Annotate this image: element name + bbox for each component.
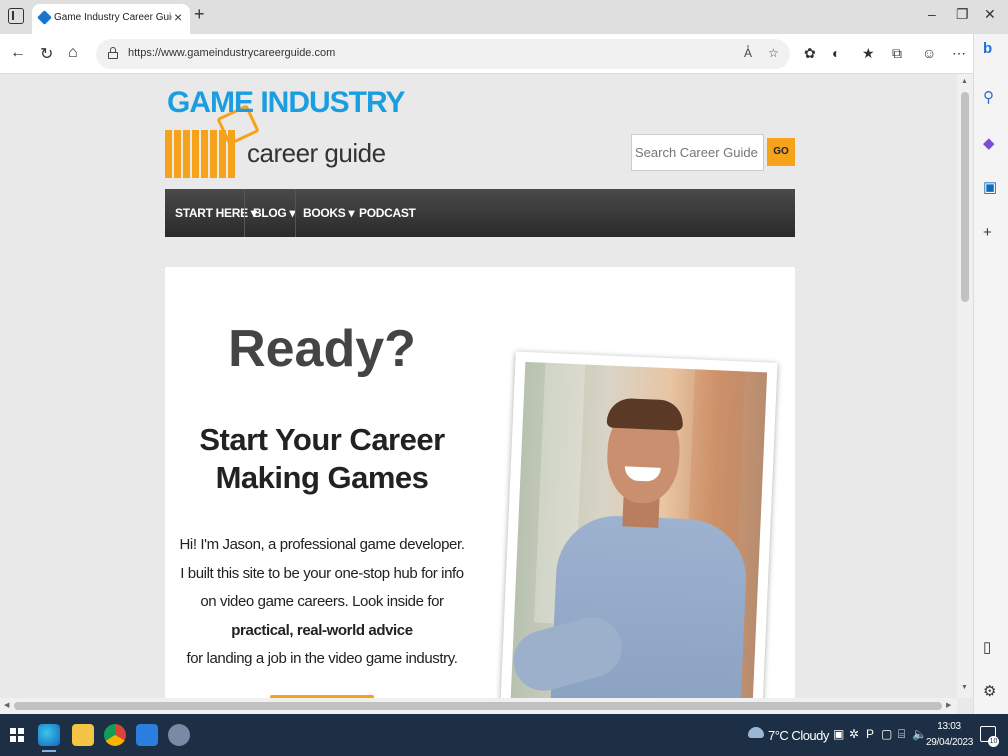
page-viewport: GAME INDUSTRY career guide GO START HERE…	[0, 74, 957, 698]
edge-taskbar-icon[interactable]	[38, 724, 60, 752]
tray-app-icon[interactable]: ▣	[833, 727, 844, 741]
favorites-icon[interactable]: ★	[862, 45, 875, 62]
browser-toolbar: ← ↻ ⌂ https://www.gameindustrycareerguid…	[0, 34, 1008, 74]
app-icon[interactable]	[168, 724, 190, 746]
hero-heading: Ready?	[228, 320, 416, 378]
tab-close-icon[interactable]: ×	[174, 9, 182, 25]
vertical-scroll-thumb[interactable]	[961, 92, 969, 302]
restore-button[interactable]: ❐	[956, 6, 969, 23]
address-bar[interactable]: https://www.gameindustrycareerguide.com …	[96, 39, 790, 69]
lock-icon[interactable]	[108, 47, 118, 59]
scroll-up-arrow-icon[interactable]: ▲	[961, 78, 968, 85]
horizontal-scrollbar[interactable]: ◀ ▶	[0, 698, 957, 714]
chrome-icon[interactable]	[104, 724, 126, 746]
hero-intro-text: Hi! I'm Jason, a professional game devel…	[179, 536, 465, 610]
scroll-right-arrow-icon[interactable]: ▶	[946, 701, 951, 709]
new-tab-button[interactable]: +	[194, 4, 205, 25]
nav-podcast[interactable]: PODCAST	[359, 189, 416, 237]
minimize-button[interactable]: –	[928, 6, 936, 22]
nav-divider	[295, 189, 296, 237]
scroll-down-arrow-icon[interactable]: ▼	[961, 684, 968, 691]
site-favicon-icon	[37, 10, 52, 25]
author-photo-image	[510, 361, 768, 698]
search-icon[interactable]: ⚲	[983, 88, 994, 106]
sidebar-layout-icon[interactable]: ▯	[983, 638, 991, 656]
volume-icon[interactable]: 🔈	[912, 727, 927, 741]
bing-chat-icon[interactable]: b	[983, 40, 992, 57]
site-nav: START HERE ▾ BLOG ▾ BOOKS ▾ PODCAST	[165, 189, 795, 237]
back-arrow-icon[interactable]: ←	[10, 44, 26, 62]
cloud-icon[interactable]	[748, 727, 764, 738]
windows-start-icon[interactable]	[10, 728, 24, 742]
hero-subheading: Start Your Career Making Games	[165, 421, 479, 497]
extension-icon[interactable]: ✿	[804, 45, 816, 62]
logo-subtitle: career guide	[247, 138, 386, 168]
author-photo	[500, 351, 778, 698]
close-window-button[interactable]: ✕	[984, 6, 996, 23]
edge-sidebar: b ⚲ ◆ ▣ + ▯ ⚙	[973, 34, 1008, 714]
site-search-input[interactable]	[631, 134, 764, 171]
weather-text[interactable]: 7°C Cloudy	[768, 728, 829, 743]
profile-icon[interactable]: ☺	[922, 45, 936, 61]
logo-title: GAME INDUSTRY	[167, 86, 406, 119]
windows-taskbar: 7°C Cloudy ▣ ✲ P ▢ ⌸ 🔈 13:03 29/04/2023 …	[0, 714, 1008, 756]
hero-intro-bold: practical, real-world advice	[231, 621, 413, 639]
url-text[interactable]: https://www.gameindustrycareerguide.com	[128, 47, 335, 59]
vscode-icon[interactable]	[136, 724, 158, 746]
file-explorer-icon[interactable]	[72, 724, 94, 746]
browser-tab-active[interactable]: Game Industry Career Guide - Yo ×	[32, 4, 190, 34]
home-icon[interactable]: ⌂	[68, 44, 78, 62]
tools-icon[interactable]: ◆	[983, 134, 995, 152]
tab-actions-icon[interactable]	[8, 8, 24, 24]
horizontal-scroll-thumb[interactable]	[14, 702, 942, 710]
tab-title: Game Industry Career Guide - Yo	[54, 12, 172, 23]
settings-more-icon[interactable]: ⋯	[952, 45, 966, 62]
notification-count-badge: 10	[988, 736, 999, 747]
network-icon[interactable]: ⌸	[898, 727, 905, 742]
hero-subheading-line2: Making Games	[215, 460, 429, 495]
sidebar-settings-icon[interactable]: ⚙	[983, 682, 996, 700]
outlook-icon[interactable]: ▣	[983, 178, 997, 196]
tray-shield-icon[interactable]: ▢	[881, 727, 892, 741]
refresh-icon[interactable]: ↻	[40, 44, 53, 64]
clock-time: 13:03	[937, 721, 961, 732]
hero-subheading-line1: Start Your Career	[199, 422, 445, 457]
tray-gear-icon[interactable]: ✲	[849, 727, 859, 741]
tray-p-icon[interactable]: P	[866, 727, 874, 741]
hero-intro-end: for landing a job in the video game indu…	[186, 650, 458, 667]
search-go-button[interactable]: GO	[767, 138, 795, 166]
scroll-left-arrow-icon[interactable]: ◀	[4, 701, 9, 709]
browser-tabbar: Game Industry Career Guide - Yo × + – ❐ …	[0, 0, 1008, 34]
hero-intro: Hi! I'm Jason, a professional game devel…	[177, 531, 467, 674]
browser-essentials-icon[interactable]: ◐	[832, 45, 840, 61]
add-favorite-icon[interactable]: ☆	[768, 46, 779, 60]
system-clock[interactable]: 13:03 29/04/2023	[926, 719, 974, 751]
add-sidebar-app-icon[interactable]: +	[983, 224, 992, 241]
nav-blog[interactable]: BLOG ▾	[253, 189, 296, 237]
hero-card: Ready? Start Your Career Making Games Hi…	[165, 267, 795, 698]
read-aloud-icon[interactable]: A̓	[744, 46, 752, 60]
nav-books[interactable]: BOOKS ▾	[303, 189, 355, 237]
collections-icon[interactable]: ⧉	[892, 45, 902, 62]
vertical-scrollbar[interactable]: ▲ ▼	[957, 74, 973, 698]
clock-date: 29/04/2023	[926, 737, 974, 748]
site-logo[interactable]: GAME INDUSTRY career guide	[165, 86, 406, 181]
nav-divider	[244, 189, 245, 237]
cta-button[interactable]	[270, 695, 374, 698]
